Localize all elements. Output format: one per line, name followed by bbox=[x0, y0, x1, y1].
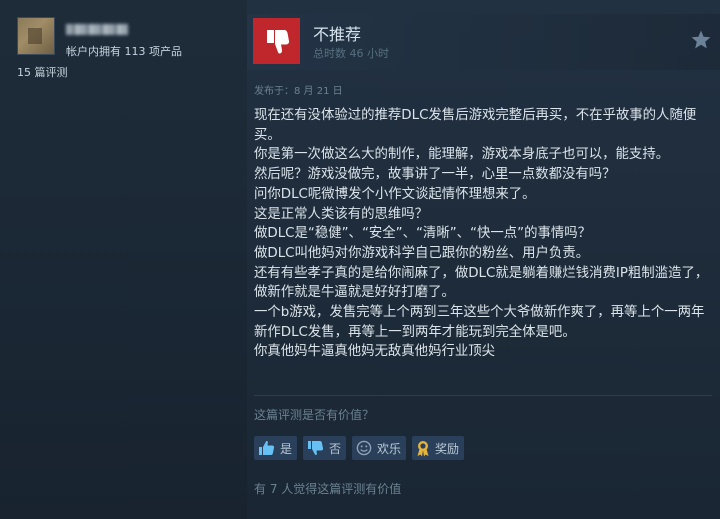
helpful-question: 这篇评测是否有价值？ bbox=[254, 408, 375, 422]
award-ribbon-icon bbox=[416, 440, 430, 457]
review-line: 做DLC是“稳健”、“安全”、“清晰”、“快一点”的事情吗？ bbox=[254, 226, 592, 242]
helpful-count: 有 7 人觉得这篇评测有价值 bbox=[254, 482, 402, 496]
review-card: 帐户内拥有 113 项产品 15 篇评测 不推荐 总时数 46 小时 发布于：8… bbox=[0, 0, 720, 519]
vote-buttons: 是 否 欢乐 奖励 bbox=[254, 436, 465, 460]
verdict-label: 不推荐 bbox=[313, 25, 362, 44]
review-text: 现在还有没体验过的推荐DLC发售后游戏完整后再买，不在乎故事的人随便买。 你是第… bbox=[254, 106, 712, 362]
vote-yes-label: 是 bbox=[280, 441, 293, 456]
award-label: 奖励 bbox=[435, 441, 460, 456]
star-icon[interactable] bbox=[690, 29, 712, 51]
vote-no-button[interactable]: 否 bbox=[303, 436, 347, 460]
thumbs-down-icon bbox=[307, 440, 324, 456]
review-line: 你是第一次做这么大的制作，能理解，游戏本身底子也可以，能支持。 bbox=[254, 147, 670, 163]
review-line: 问你DLC呢微博发个小作文谈起情怀理想来了。 bbox=[254, 186, 536, 202]
avatar[interactable] bbox=[17, 17, 55, 55]
vote-yes-button[interactable]: 是 bbox=[254, 436, 298, 460]
thumbs-down-icon bbox=[253, 18, 300, 64]
review-line: 这是正常人类该有的思维吗？ bbox=[254, 206, 429, 222]
divider bbox=[254, 395, 712, 396]
username[interactable] bbox=[66, 20, 128, 35]
review-line: 还有有些孝子真的是给你闹麻了，做DLC就是躺着赚烂钱消费IP粗制滥造了，做新作就… bbox=[254, 265, 709, 301]
review-line: 你真他妈牛逼真他妈无敌真他妈行业顶尖 bbox=[254, 344, 496, 360]
review-header[interactable]: 不推荐 总时数 46 小时 bbox=[247, 14, 720, 70]
review-panel: 不推荐 总时数 46 小时 发布于：8 月 21 日 现在还有没体验过的推荐DL… bbox=[247, 0, 720, 519]
vote-no-label: 否 bbox=[329, 441, 342, 456]
playtime: 总时数 46 小时 bbox=[313, 47, 389, 60]
username-blurred bbox=[66, 24, 128, 35]
vote-funny-button[interactable]: 欢乐 bbox=[352, 436, 407, 460]
vote-funny-label: 欢乐 bbox=[377, 441, 402, 456]
thumbs-up-icon bbox=[258, 440, 275, 456]
review-line: 做DLC叫他妈对你游戏科学自己跟你的粉丝、用户负责。 bbox=[254, 245, 590, 261]
review-count[interactable]: 15 篇评测 bbox=[17, 64, 68, 80]
posted-date: 发布于：8 月 21 日 bbox=[254, 86, 343, 97]
award-button[interactable]: 奖励 bbox=[412, 436, 465, 460]
review-line: 一个b游戏，发售完等上个两到三年这些个大爷做新作爽了，再等上个一两年新作DLC发… bbox=[254, 305, 705, 340]
smiley-icon bbox=[356, 440, 372, 456]
reviewer-info: 帐户内拥有 113 项产品 15 篇评测 bbox=[0, 0, 247, 519]
review-line: 然后呢？游戏没做完，故事讲了一半，心里一点数都没有吗？ bbox=[254, 167, 616, 183]
products-owned: 帐户内拥有 113 项产品 bbox=[66, 45, 182, 58]
review-line: 现在还有没体验过的推荐DLC发售后游戏完整后再买，不在乎故事的人随便买。 bbox=[254, 108, 697, 143]
